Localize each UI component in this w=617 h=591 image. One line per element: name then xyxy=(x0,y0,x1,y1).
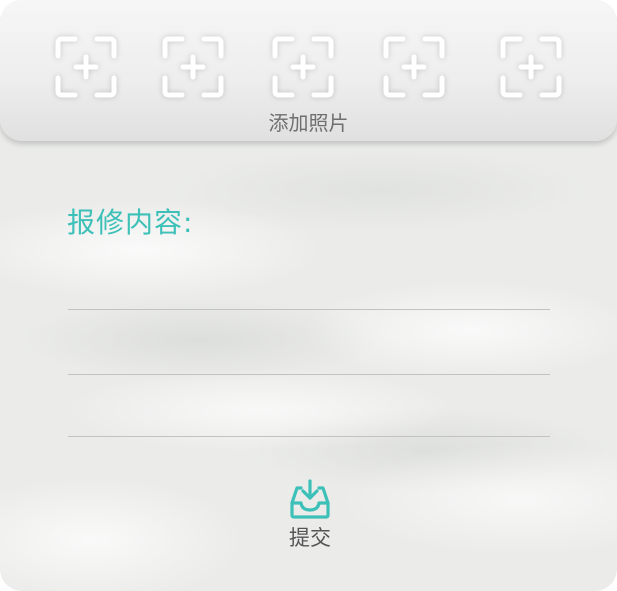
add-photo-frame-icon xyxy=(272,36,334,98)
add-photo-frame-icon xyxy=(500,36,562,98)
add-photo-frame-icon xyxy=(162,36,224,98)
add-photo-frame-icon xyxy=(55,36,117,98)
add-photo-slot-3[interactable] xyxy=(270,34,336,100)
add-photo-slot-5[interactable] xyxy=(498,34,564,100)
repair-content-line-2[interactable] xyxy=(68,330,550,375)
repair-form-card: 添加照片 报修内容: 提交 xyxy=(0,0,617,591)
photo-header: 添加照片 xyxy=(0,0,617,141)
submit-button[interactable]: 提交 xyxy=(270,475,350,553)
add-photo-slot-4[interactable] xyxy=(381,34,447,100)
add-photo-slot-2[interactable] xyxy=(160,34,226,100)
repair-content-line-3[interactable] xyxy=(68,394,550,437)
inbox-download-icon xyxy=(290,479,330,519)
add-photo-frame-icon xyxy=(383,36,445,98)
repair-content-title: 报修内容: xyxy=(67,206,194,239)
submit-label: 提交 xyxy=(289,526,331,550)
add-photo-slot-1[interactable] xyxy=(53,34,119,100)
repair-content-line-1[interactable] xyxy=(68,264,550,310)
add-photo-label: 添加照片 xyxy=(268,111,349,135)
